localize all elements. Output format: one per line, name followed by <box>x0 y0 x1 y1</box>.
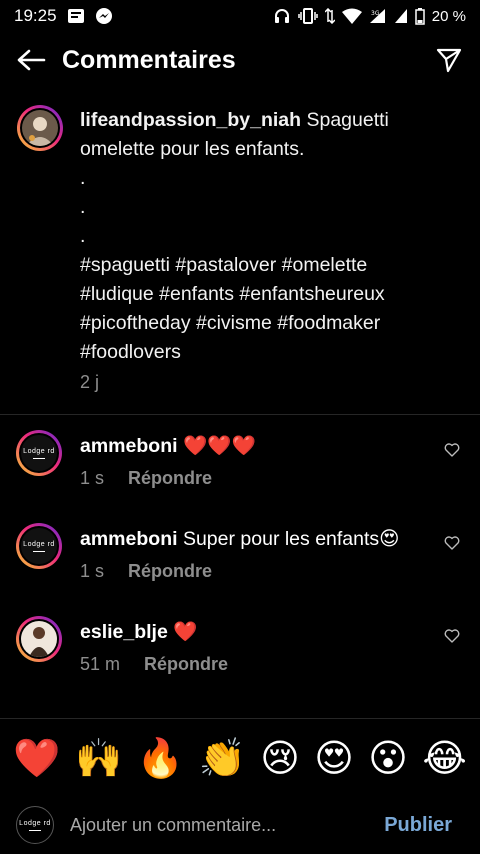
svg-text:3G: 3G <box>371 10 380 17</box>
wifi-icon <box>341 8 362 24</box>
heart-eyes-emoji-button[interactable]: 😍 <box>314 738 354 778</box>
hashtags-line[interactable]: #ludique #enfants #enfantsheureux <box>80 280 460 309</box>
signal-3g-icon: 3G <box>369 8 387 24</box>
reply-button[interactable]: Répondre <box>128 468 212 489</box>
caption-text: lifeandpassion_by_niah Spaguetti omelett… <box>80 106 460 367</box>
comment-item: eslie_blje ❤️ 51 m Répondre <box>0 610 480 690</box>
comment-text: eslie_blje ❤️ <box>80 620 198 644</box>
caption-body: Spaguetti <box>306 109 389 131</box>
avatar[interactable] <box>16 616 62 662</box>
reply-button[interactable]: Répondre <box>144 654 228 675</box>
clapping-emoji-button[interactable]: 👏 <box>198 738 245 778</box>
caption-dot: . <box>80 167 86 189</box>
arrow-left-icon <box>17 49 46 71</box>
status-time: 19:25 <box>14 6 57 25</box>
status-left: 19:25 <box>14 6 113 26</box>
brand-logo: Lodge rd <box>23 448 55 459</box>
hashtags-line[interactable]: #picoftheday #civisme #foodmaker <box>80 309 460 338</box>
caption-body-line2: omelette pour les enfants. <box>80 138 305 160</box>
surprised-emoji-button[interactable]: 😮 <box>368 738 408 778</box>
comment-timestamp: 51 m <box>80 654 121 674</box>
status-bar: 19:25 3G 20 % <box>0 0 480 32</box>
data-transfer-icon <box>324 8 335 24</box>
share-button[interactable] <box>432 43 466 77</box>
comment-meta: 1 s Répondre <box>80 561 212 582</box>
avatar[interactable]: Lodge rd <box>16 523 62 569</box>
fire-emoji-button[interactable]: 🔥 <box>137 738 184 778</box>
heart-outline-icon <box>444 629 460 643</box>
comment-text: ammeboni Super pour les enfants😍 <box>80 527 400 551</box>
comment-body: ❤️❤️❤️ <box>182 435 256 457</box>
comment-meta: 51 m Répondre <box>80 654 228 675</box>
user-photo-icon <box>22 110 58 146</box>
page-title: Commentaires <box>62 45 236 74</box>
crying-emoji-button[interactable]: 😢 <box>260 738 300 778</box>
vibrate-icon <box>298 8 318 24</box>
comment-username[interactable]: eslie_blje <box>80 621 168 643</box>
comment-username[interactable]: ammeboni <box>80 528 178 550</box>
avatar: Lodge rd <box>16 806 54 844</box>
send-icon <box>436 48 462 73</box>
publish-button[interactable]: Publier <box>384 814 452 837</box>
caption-username[interactable]: lifeandpassion_by_niah <box>80 109 301 131</box>
hashtags-line[interactable]: #foodlovers <box>80 338 460 367</box>
signal-icon <box>394 8 408 24</box>
comment-body: Super pour les enfants😍 <box>182 528 400 550</box>
brand-logo: Lodge rd <box>19 820 51 831</box>
post-caption: lifeandpassion_by_niah Spaguetti omelett… <box>0 100 480 410</box>
heart-emoji-button[interactable]: ❤️ <box>13 738 60 778</box>
comment-timestamp: 1 s <box>80 468 105 488</box>
laughing-emoji-button[interactable]: 😂 <box>422 738 466 778</box>
comment-composer: Lodge rd Publier <box>0 796 480 854</box>
comment-body: ❤️ <box>173 621 198 643</box>
comment-username[interactable]: ammeboni <box>80 435 178 457</box>
back-button[interactable] <box>14 43 48 77</box>
battery-icon <box>415 7 425 25</box>
comment-item: Lodge rd ammeboni ❤️❤️❤️ 1 s Répondre <box>0 424 480 504</box>
comment-timestamp: 1 s <box>80 561 105 581</box>
headphones-icon <box>273 7 291 25</box>
heart-outline-icon <box>444 536 460 550</box>
comment-meta: 1 s Répondre <box>80 468 212 489</box>
avatar[interactable]: Lodge rd <box>16 430 62 476</box>
caption-dot: . <box>80 196 86 218</box>
top-app-bar: Commentaires <box>0 32 480 88</box>
comment-item: Lodge rd ammeboni Super pour les enfants… <box>0 517 480 597</box>
like-button[interactable] <box>444 442 462 460</box>
user-photo-icon <box>21 621 57 657</box>
status-right: 3G 20 % <box>273 7 466 25</box>
battery-percent: 20 % <box>431 7 466 25</box>
hashtags-line[interactable]: #spaguetti #pastalover #omelette <box>80 251 460 280</box>
caption-timestamp: 2 j <box>80 372 100 392</box>
like-button[interactable] <box>444 628 462 646</box>
comment-input[interactable] <box>68 813 385 837</box>
raising-hands-emoji-button[interactable]: 🙌 <box>75 738 122 778</box>
comment-text: ammeboni ❤️❤️❤️ <box>80 434 256 458</box>
reply-button[interactable]: Répondre <box>128 561 212 582</box>
message-notification-icon <box>67 8 85 24</box>
like-button[interactable] <box>444 535 462 553</box>
brand-logo: Lodge rd <box>23 541 55 552</box>
caption-dot: . <box>80 225 86 247</box>
divider <box>0 414 480 415</box>
messenger-notification-icon <box>95 7 113 25</box>
emoji-quick-bar: ❤️ 🙌 🔥 👏 😢 😍 😮 😂 <box>0 718 480 796</box>
heart-outline-icon <box>444 443 460 457</box>
avatar[interactable] <box>17 105 63 151</box>
